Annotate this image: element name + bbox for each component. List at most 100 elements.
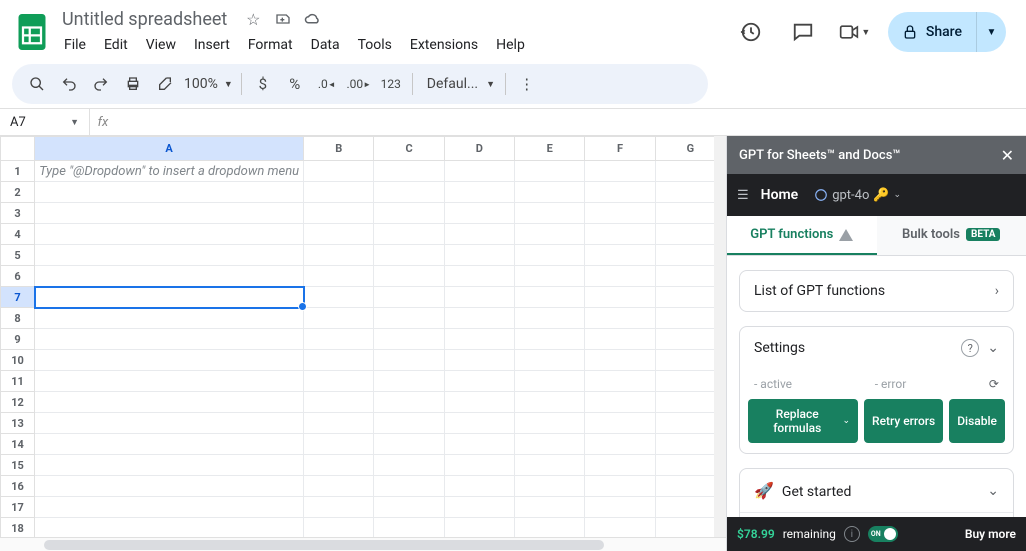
cell-B11[interactable]	[304, 371, 374, 392]
menu-view[interactable]: View	[138, 33, 184, 57]
cell-B14[interactable]	[304, 434, 374, 455]
cell-F9[interactable]	[585, 329, 655, 350]
cell-C1[interactable]	[374, 161, 444, 182]
cell-B9[interactable]	[304, 329, 374, 350]
col-header-D[interactable]: D	[444, 137, 514, 161]
cell-D17[interactable]	[444, 497, 514, 518]
row-header-18[interactable]: 18	[1, 518, 35, 538]
cell-A11[interactable]	[35, 371, 304, 392]
cell-F8[interactable]	[585, 308, 655, 329]
cell-E3[interactable]	[515, 203, 585, 224]
cell-E2[interactable]	[515, 182, 585, 203]
cell-D7[interactable]	[444, 287, 514, 308]
row-header-17[interactable]: 17	[1, 497, 35, 518]
get-started-row[interactable]: 🚀Get started ⌄	[740, 469, 1013, 512]
cell-D4[interactable]	[444, 224, 514, 245]
cell-C2[interactable]	[374, 182, 444, 203]
row-header-4[interactable]: 4	[1, 224, 35, 245]
cell-F17[interactable]	[585, 497, 655, 518]
currency-icon[interactable]: $	[248, 69, 278, 99]
cell-D15[interactable]	[444, 455, 514, 476]
cell-E18[interactable]	[515, 518, 585, 538]
cell-D10[interactable]	[444, 350, 514, 371]
sheets-logo[interactable]	[12, 12, 52, 52]
tab-gpt-functions[interactable]: GPT functions	[727, 216, 877, 255]
row-header-2[interactable]: 2	[1, 182, 35, 203]
col-header-F[interactable]: F	[585, 137, 655, 161]
cell-C4[interactable]	[374, 224, 444, 245]
refresh-icon[interactable]: ⟳	[989, 377, 999, 391]
cell-D3[interactable]	[444, 203, 514, 224]
cell-F5[interactable]	[585, 245, 655, 266]
cell-B5[interactable]	[304, 245, 374, 266]
name-box[interactable]: A7▼	[0, 109, 90, 135]
replace-formulas-button[interactable]: Replace formulas⌄	[748, 399, 858, 443]
hamburger-icon[interactable]: ☰	[737, 188, 749, 203]
cell-F11[interactable]	[585, 371, 655, 392]
cell-B7[interactable]	[304, 287, 374, 308]
select-all-corner[interactable]	[1, 137, 35, 161]
cell-B12[interactable]	[304, 392, 374, 413]
cell-A14[interactable]	[35, 434, 304, 455]
row-header-16[interactable]: 16	[1, 476, 35, 497]
cell-C5[interactable]	[374, 245, 444, 266]
print-icon[interactable]	[118, 69, 148, 99]
number-format[interactable]: 123	[376, 69, 406, 99]
cell-C11[interactable]	[374, 371, 444, 392]
cell-D6[interactable]	[444, 266, 514, 287]
cell-F18[interactable]	[585, 518, 655, 538]
history-icon[interactable]	[732, 13, 770, 51]
cell-B10[interactable]	[304, 350, 374, 371]
cell-A7[interactable]	[35, 287, 304, 308]
cell-C16[interactable]	[374, 476, 444, 497]
row-header-11[interactable]: 11	[1, 371, 35, 392]
cell-D18[interactable]	[444, 518, 514, 538]
cell-A13[interactable]	[35, 413, 304, 434]
cloud-status-icon[interactable]	[303, 9, 323, 29]
cell-E11[interactable]	[515, 371, 585, 392]
star-icon[interactable]: ☆	[243, 9, 263, 29]
cell-E9[interactable]	[515, 329, 585, 350]
row-header-5[interactable]: 5	[1, 245, 35, 266]
cell-F16[interactable]	[585, 476, 655, 497]
cell-A1[interactable]: Type "@Dropdown" to insert a dropdown me…	[35, 161, 304, 182]
help-icon[interactable]: ?	[961, 339, 979, 357]
menu-edit[interactable]: Edit	[96, 33, 136, 57]
menu-extensions[interactable]: Extensions	[402, 33, 486, 57]
doc-title[interactable]: Untitled spreadsheet	[56, 7, 233, 32]
settings-row[interactable]: Settings ? ⌄	[740, 327, 1013, 369]
increase-decimal-icon[interactable]: .00►	[344, 69, 374, 99]
percent-icon[interactable]: %	[280, 69, 310, 99]
cell-C18[interactable]	[374, 518, 444, 538]
cell-C9[interactable]	[374, 329, 444, 350]
cell-A10[interactable]	[35, 350, 304, 371]
cell-B17[interactable]	[304, 497, 374, 518]
cell-D16[interactable]	[444, 476, 514, 497]
buy-more-button[interactable]: Buy more	[965, 527, 1016, 541]
cell-A16[interactable]	[35, 476, 304, 497]
cell-A17[interactable]	[35, 497, 304, 518]
more-toolbar-icon[interactable]: ⋮	[512, 69, 542, 99]
cell-E1[interactable]	[515, 161, 585, 182]
cell-D5[interactable]	[444, 245, 514, 266]
row-header-1[interactable]: 1	[1, 161, 35, 182]
cell-A2[interactable]	[35, 182, 304, 203]
cell-F15[interactable]	[585, 455, 655, 476]
cell-D12[interactable]	[444, 392, 514, 413]
move-icon[interactable]	[273, 9, 293, 29]
cell-C12[interactable]	[374, 392, 444, 413]
zoom-select[interactable]: 100%▼	[182, 76, 235, 92]
share-dropdown[interactable]: ▼	[976, 12, 1006, 52]
redo-icon[interactable]	[86, 69, 116, 99]
cell-A4[interactable]	[35, 224, 304, 245]
cell-D13[interactable]	[444, 413, 514, 434]
row-header-15[interactable]: 15	[1, 455, 35, 476]
row-header-12[interactable]: 12	[1, 392, 35, 413]
cell-E16[interactable]	[515, 476, 585, 497]
cell-E6[interactable]	[515, 266, 585, 287]
disable-button[interactable]: Disable	[949, 399, 1005, 443]
info-icon[interactable]: i	[844, 526, 860, 542]
row-header-10[interactable]: 10	[1, 350, 35, 371]
cell-E7[interactable]	[515, 287, 585, 308]
cell-F14[interactable]	[585, 434, 655, 455]
